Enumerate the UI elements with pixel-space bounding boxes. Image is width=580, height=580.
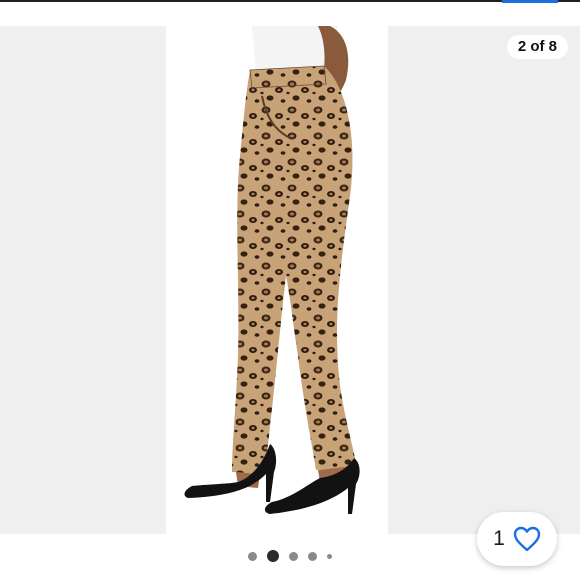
top-navigation-bar (0, 0, 580, 24)
pagination-dot-active[interactable] (267, 550, 279, 562)
pagination-dot[interactable] (248, 551, 257, 561)
pagination-dot[interactable] (327, 553, 332, 559)
pagination-dot[interactable] (308, 551, 317, 561)
product-image-carousel[interactable]: 2 of 8 (0, 26, 580, 534)
heart-outline-icon (513, 526, 541, 552)
active-tab-indicator (502, 0, 558, 3)
top-divider (0, 0, 580, 2)
like-button[interactable]: 1 (477, 512, 557, 566)
product-photo (166, 26, 388, 534)
image-counter-badge: 2 of 8 (506, 35, 568, 59)
like-count: 1 (493, 527, 505, 550)
pagination-dot[interactable] (289, 551, 298, 561)
